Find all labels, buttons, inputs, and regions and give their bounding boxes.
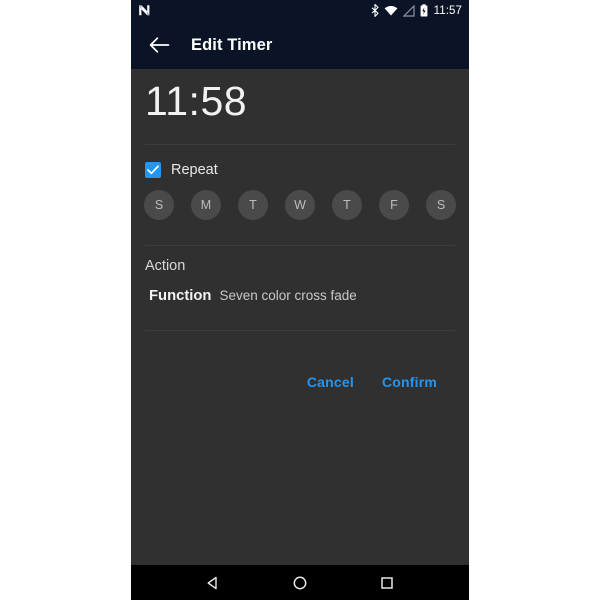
confirm-button[interactable]: Confirm	[368, 366, 451, 398]
nav-back-triangle-icon[interactable]	[196, 566, 230, 600]
day-chip-tuesday[interactable]: T	[238, 190, 268, 220]
function-value-label: Seven color cross fade	[219, 288, 357, 303]
day-chip-wednesday[interactable]: W	[285, 190, 315, 220]
bluetooth-icon	[371, 4, 379, 17]
divider-below-time	[145, 144, 455, 145]
wifi-off-icon	[384, 5, 398, 17]
dialog-button-row: Cancel Confirm	[293, 366, 451, 398]
day-chip-monday[interactable]: M	[191, 190, 221, 220]
cellular-signal-off-icon	[402, 4, 415, 17]
status-bar-right: 11:57	[371, 4, 462, 17]
system-navigation-bar	[131, 565, 469, 600]
status-bar-clock: 11:57	[433, 4, 462, 17]
divider-above-action	[145, 245, 455, 246]
day-chip-saturday[interactable]: S	[426, 190, 456, 220]
android-n-logo-icon	[138, 4, 152, 17]
screenshot-root: 11:57 Edit Timer 11:58 Repeat S M T W T …	[0, 0, 600, 600]
function-key-label: Function	[149, 288, 212, 304]
repeat-toggle-row[interactable]: Repeat	[145, 162, 218, 178]
day-chip-sunday[interactable]: S	[144, 190, 174, 220]
battery-icon	[420, 4, 428, 17]
day-chip-thursday[interactable]: T	[332, 190, 362, 220]
status-bar: 11:57	[131, 0, 469, 21]
nav-home-circle-icon[interactable]	[283, 566, 317, 600]
action-section-label: Action	[145, 258, 186, 274]
nav-recents-square-icon[interactable]	[370, 566, 404, 600]
page-title: Edit Timer	[191, 35, 273, 54]
phone-screen: 11:57 Edit Timer 11:58 Repeat S M T W T …	[131, 0, 469, 600]
repeat-label: Repeat	[171, 162, 218, 178]
timer-time-value[interactable]: 11:58	[145, 81, 247, 122]
day-chip-friday[interactable]: F	[379, 190, 409, 220]
content-area: 11:58 Repeat S M T W T F S Action Functi…	[131, 69, 469, 565]
repeat-checkbox[interactable]	[145, 162, 161, 178]
function-row[interactable]: Function Seven color cross fade	[149, 288, 449, 304]
repeat-days-row: S M T W T F S	[144, 190, 456, 220]
app-toolbar: Edit Timer	[131, 21, 469, 69]
cancel-button[interactable]: Cancel	[293, 366, 368, 398]
back-arrow-icon[interactable]	[140, 26, 178, 64]
checkmark-icon	[147, 165, 159, 175]
status-bar-left	[138, 4, 152, 17]
divider-below-function	[145, 330, 455, 331]
